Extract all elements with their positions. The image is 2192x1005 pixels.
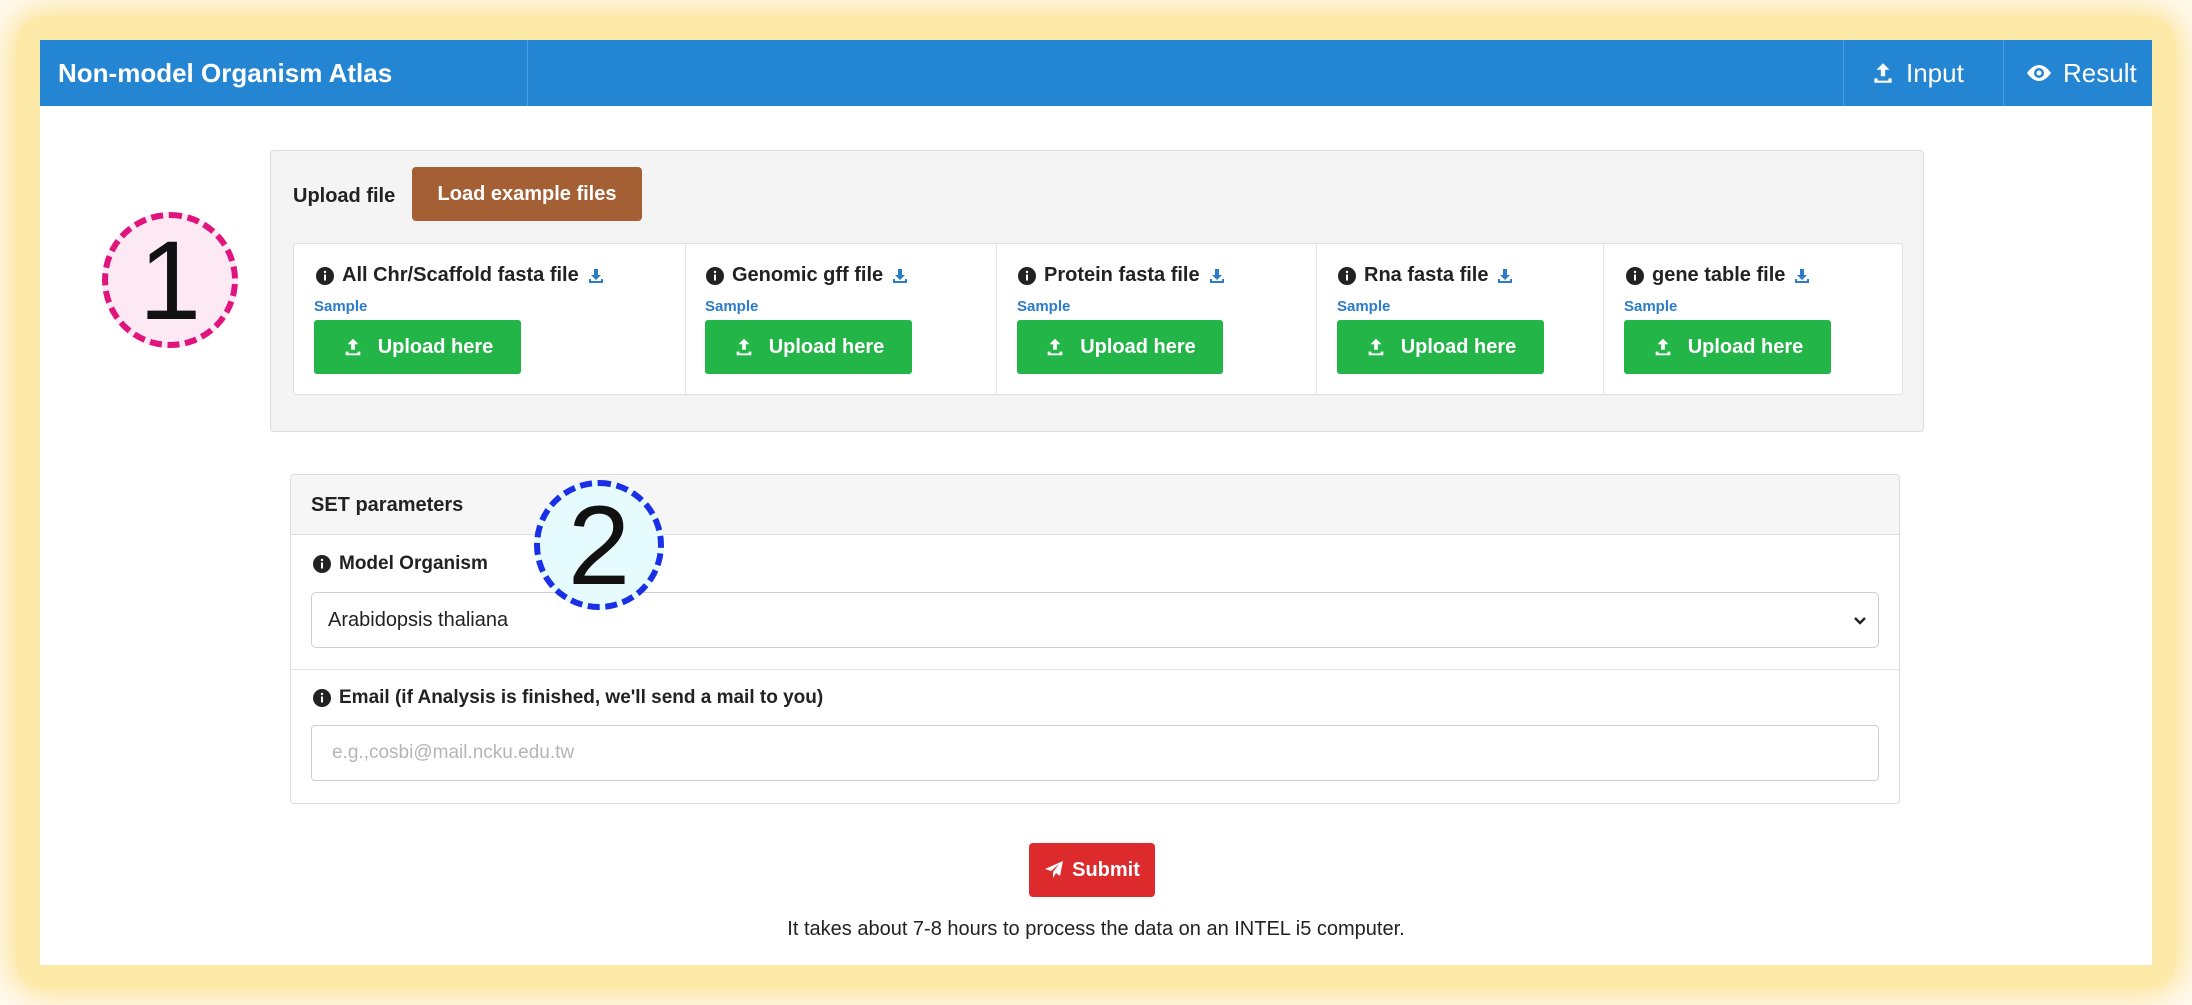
file-upload-chr-scaffold: All Chr/Scaffold fasta file Sample Uploa… [294, 244, 686, 394]
parameters-panel: SET parameters Model Organism Arabidopsi… [290, 474, 1900, 804]
file-title: gene table file [1652, 264, 1786, 286]
model-organism-label: Model Organism [313, 553, 488, 575]
nav-result-label: Result [2063, 58, 2137, 88]
download-icon[interactable] [891, 267, 909, 285]
download-icon[interactable] [1208, 267, 1226, 285]
info-icon [1338, 266, 1356, 285]
file-title: All Chr/Scaffold fasta file [342, 264, 579, 286]
download-icon[interactable] [1793, 267, 1811, 285]
upload-icon [1365, 336, 1387, 358]
file-upload-row: All Chr/Scaffold fasta file Sample Uploa… [293, 243, 1903, 395]
sample-link[interactable]: Sample [705, 298, 758, 315]
file-upload-genomic-gff: Genomic gff file Sample Upload here [686, 244, 997, 394]
nav-divider [2003, 40, 2004, 106]
upload-icon [1870, 60, 1896, 86]
upload-here-button[interactable]: Upload here [705, 320, 912, 374]
upload-here-label: Upload here [377, 335, 494, 358]
file-upload-rna-fasta: Rna fasta file Sample Upload here [1317, 244, 1604, 394]
upload-here-button[interactable]: Upload here [314, 320, 521, 374]
upload-file-label: Upload file [293, 185, 396, 207]
upload-here-button[interactable]: Upload here [1337, 320, 1544, 374]
upload-panel: Upload file Load example files All Chr/S… [270, 150, 1924, 432]
load-example-files-button[interactable]: Load example files [412, 167, 642, 221]
nav-result-link[interactable]: Result [2025, 40, 2137, 106]
info-icon [706, 266, 724, 285]
email-label: Email (if Analysis is finished, we'll se… [313, 687, 823, 709]
upload-here-label: Upload here [768, 335, 885, 358]
model-organism-select[interactable]: Arabidopsis thaliana [311, 592, 1879, 648]
email-input[interactable] [311, 725, 1879, 781]
info-icon [1018, 266, 1036, 285]
app-window: Non-model Organism Atlas Constructor Inp… [40, 40, 2152, 965]
info-icon [313, 555, 331, 573]
download-icon[interactable] [1496, 267, 1514, 285]
field-divider [291, 669, 1899, 670]
upload-icon [1652, 336, 1674, 358]
parameters-header: SET parameters [291, 475, 1899, 535]
file-title: Protein fasta file [1044, 264, 1200, 286]
model-organism-value: Arabidopsis thaliana [328, 609, 509, 631]
nav-input-link[interactable]: Input [1870, 40, 1964, 106]
download-icon[interactable] [587, 267, 605, 285]
sample-link[interactable]: Sample [1624, 298, 1677, 315]
info-icon [313, 689, 331, 707]
sample-link[interactable]: Sample [1017, 298, 1070, 315]
file-upload-gene-table: gene table file Sample Upload here [1604, 244, 1902, 394]
callout-1: 1 [102, 212, 238, 348]
sample-link[interactable]: Sample [314, 298, 367, 315]
sample-link[interactable]: Sample [1337, 298, 1390, 315]
chevron-down-icon [1852, 593, 1868, 647]
upload-here-label: Upload here [1080, 335, 1196, 358]
upload-here-label: Upload here [1687, 335, 1804, 358]
nav-divider [1843, 40, 1844, 106]
file-title: Rna fasta file [1364, 264, 1489, 286]
file-title: Genomic gff file [732, 264, 884, 286]
upload-here-button[interactable]: Upload here [1017, 320, 1223, 374]
nav-input-label: Input [1906, 58, 1964, 88]
upload-icon [342, 336, 364, 358]
upload-here-button[interactable]: Upload here [1624, 320, 1831, 374]
paper-plane-icon [1044, 860, 1064, 880]
info-icon [316, 266, 334, 285]
submit-label: Submit [1072, 858, 1140, 881]
brand-title[interactable]: Non-model Organism Atlas Constructor [40, 40, 528, 154]
upload-here-label: Upload here [1400, 335, 1517, 358]
navbar: Non-model Organism Atlas Constructor Inp… [40, 40, 2152, 154]
upload-icon [1044, 336, 1066, 358]
model-organism-label-text: Model Organism [339, 553, 488, 574]
submit-button[interactable]: Submit [1029, 843, 1155, 897]
eye-icon [2025, 60, 2053, 86]
callout-2: 2 [534, 480, 664, 610]
file-upload-protein-fasta: Protein fasta file Sample Upload here [997, 244, 1317, 394]
info-icon [1626, 266, 1644, 285]
upload-icon [733, 336, 755, 358]
processing-time-note: It takes about 7-8 hours to process the … [787, 918, 1405, 940]
email-label-text: Email (if Analysis is finished, we'll se… [339, 687, 824, 708]
